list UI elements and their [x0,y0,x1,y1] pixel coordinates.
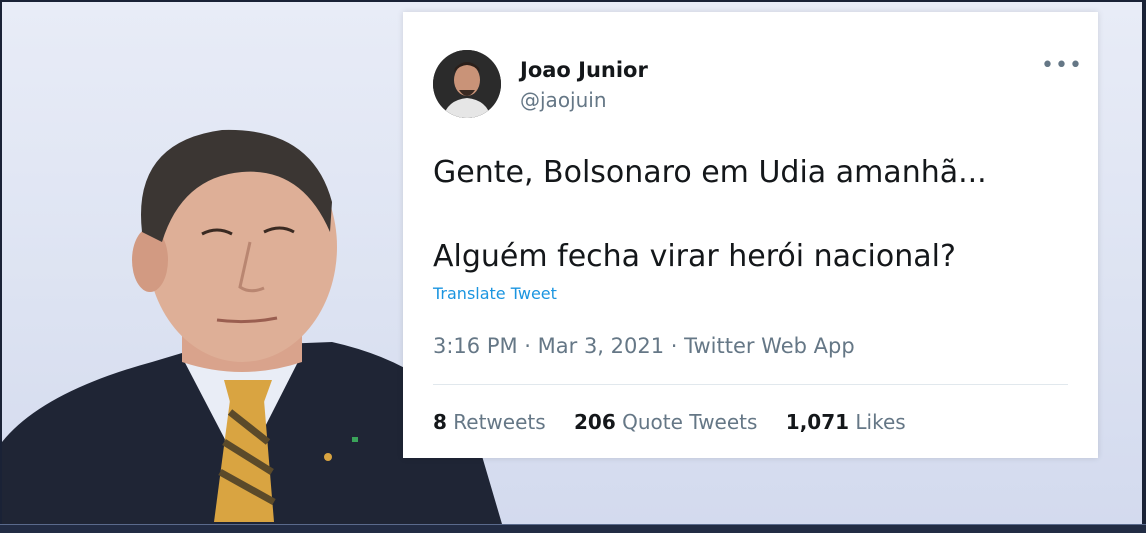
screenshot-frame: Joao Junior @jaojuin ••• Gente, Bolsonar… [2,2,1142,524]
likes-count: 1,071 [785,410,850,434]
retweets-count: 8 [433,410,447,434]
author-name[interactable]: Joao Junior [520,58,648,82]
tweet-text-line-2: Alguém fecha virar herói nacional? [433,239,956,274]
quote-tweets-count: 206 [574,410,616,434]
tweet-text-line-1: Gente, Bolsonaro em Udia amanhã... [433,155,987,190]
likes-label: Likes [855,410,906,434]
quote-tweets-label: Quote Tweets [622,410,758,434]
retweets-label: Retweets [453,410,546,434]
likes-stat[interactable]: 1,071 Likes [786,410,906,434]
tweet-card: Joao Junior @jaojuin ••• Gente, Bolsonar… [403,12,1098,458]
divider [433,384,1068,385]
translate-tweet-link[interactable]: Translate Tweet [433,284,557,303]
tweet-stats: 8 Retweets 206 Quote Tweets 1,071 Likes [433,410,928,434]
author-avatar[interactable] [433,50,501,118]
author-handle[interactable]: @jaojuin [520,88,607,112]
retweets-stat[interactable]: 8 Retweets [433,410,546,434]
avatar-image [433,50,501,118]
quote-tweets-stat[interactable]: 206 Quote Tweets [574,410,757,434]
more-options-icon[interactable]: ••• [1041,55,1083,77]
tweet-timestamp[interactable]: 3:16 PM · Mar 3, 2021 · Twitter Web App [433,334,855,358]
